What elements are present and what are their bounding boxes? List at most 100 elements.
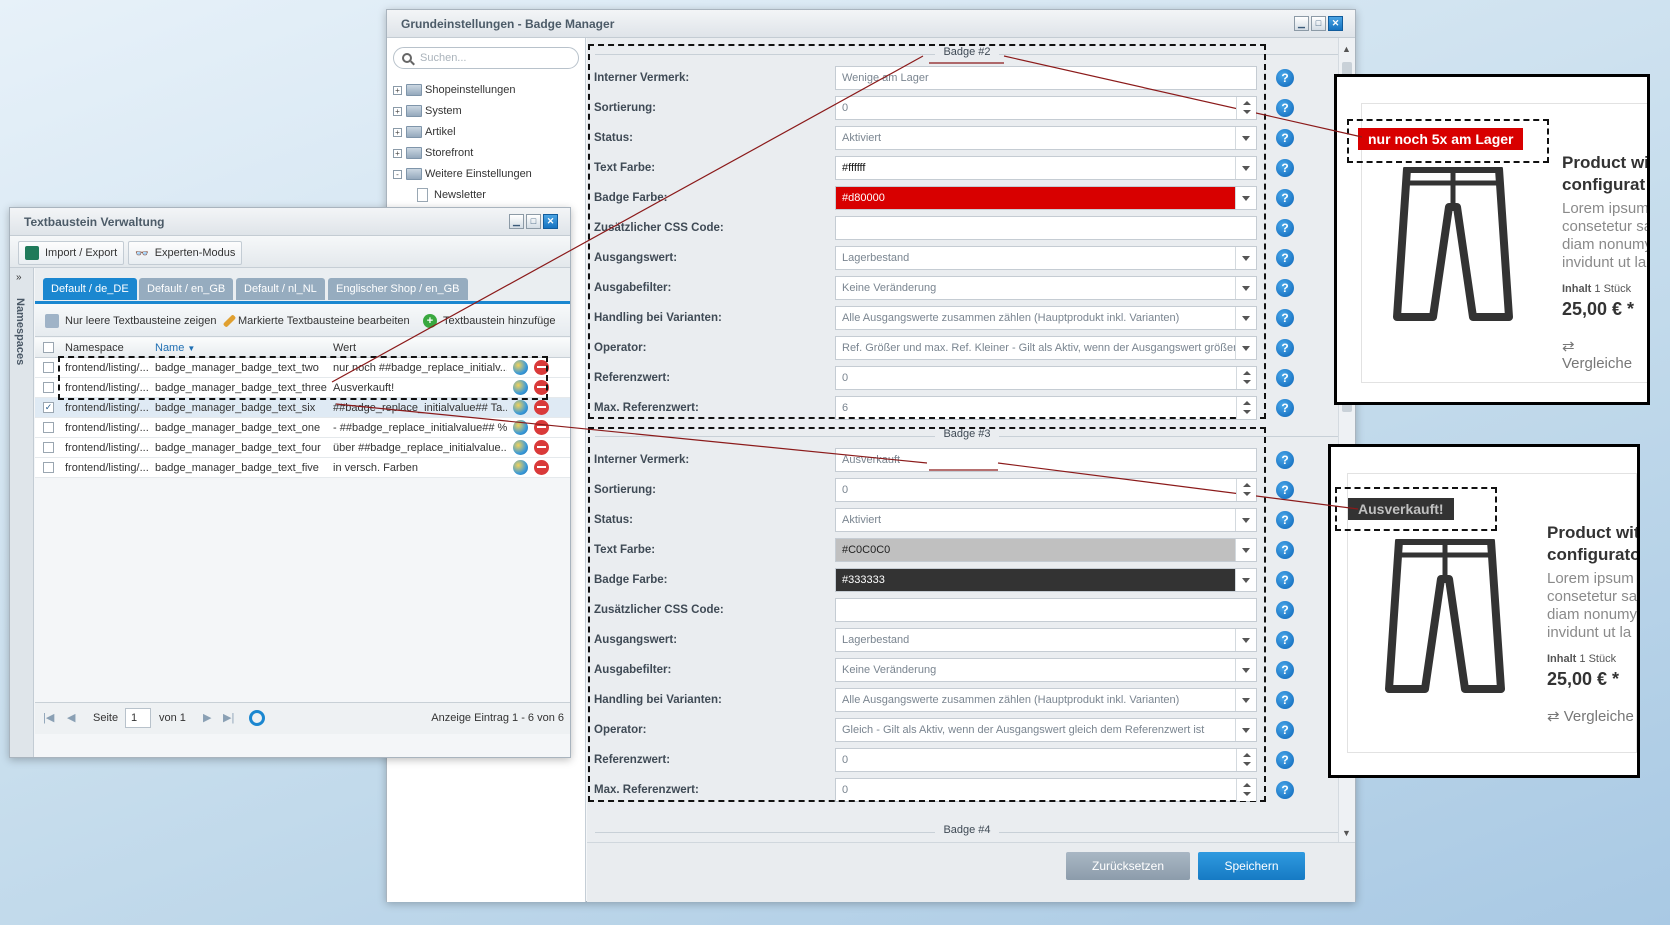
help-icon[interactable]: ?: [1276, 339, 1294, 357]
spinner-icon[interactable]: [1236, 397, 1256, 419]
tree-item-newsletter[interactable]: Newsletter: [417, 186, 486, 204]
show-empty-button[interactable]: Nur leere Textbausteine zeigen: [39, 309, 222, 333]
row-checkbox[interactable]: [43, 422, 54, 433]
help-icon[interactable]: ?: [1276, 571, 1294, 589]
last-page-icon[interactable]: ▶|: [223, 711, 234, 724]
add-text-button[interactable]: + Textbaustein hinzufüge: [417, 309, 562, 333]
chevron-down-icon[interactable]: [1242, 548, 1250, 553]
help-icon[interactable]: ?: [1276, 369, 1294, 387]
help-icon[interactable]: ?: [1276, 309, 1294, 327]
expert-mode-button[interactable]: 👓 Experten-Modus: [128, 241, 243, 265]
delete-icon[interactable]: [534, 420, 549, 435]
column-namespace[interactable]: Namespace: [65, 342, 124, 354]
product-title-line1[interactable]: Product wi: [1562, 152, 1647, 173]
prev-page-icon[interactable]: ◀: [67, 711, 75, 724]
help-icon[interactable]: ?: [1276, 721, 1294, 739]
delete-icon[interactable]: [534, 460, 549, 475]
refresh-icon[interactable]: [249, 710, 265, 726]
expand-icon[interactable]: +: [393, 106, 402, 116]
spinner-icon[interactable]: [1236, 749, 1256, 771]
tab-default-en[interactable]: Default / en_GB: [139, 278, 234, 300]
help-icon[interactable]: ?: [1276, 99, 1294, 117]
product-title-line1[interactable]: Product wit: [1547, 522, 1637, 543]
row-checkbox[interactable]: [43, 462, 54, 473]
globe-icon[interactable]: [513, 440, 528, 455]
help-icon[interactable]: ?: [1276, 631, 1294, 649]
globe-icon[interactable]: [513, 460, 528, 475]
help-icon[interactable]: ?: [1276, 249, 1294, 267]
row-checkbox[interactable]: ✓: [43, 402, 54, 413]
first-page-icon[interactable]: |◀: [43, 711, 54, 724]
column-name[interactable]: Name ▼: [155, 342, 195, 354]
spinner-icon[interactable]: [1236, 779, 1256, 801]
tab-default-de[interactable]: Default / de_DE: [43, 278, 137, 300]
tree-item-artikel[interactable]: + Artikel: [393, 123, 456, 141]
chevron-down-icon[interactable]: [1242, 136, 1250, 141]
save-button[interactable]: Speichern: [1198, 852, 1305, 880]
tree-item-system[interactable]: + System: [393, 102, 462, 120]
column-value[interactable]: Wert: [333, 342, 356, 354]
chevron-down-icon[interactable]: [1242, 196, 1250, 201]
table-row[interactable]: frontend/listing/... badge_manager_badge_…: [35, 418, 570, 438]
chevron-down-icon[interactable]: [1242, 166, 1250, 171]
edit-selected-button[interactable]: Markierte Textbausteine bearbeiten: [221, 309, 416, 333]
help-icon[interactable]: ?: [1276, 159, 1294, 177]
table-row[interactable]: frontend/listing/... badge_manager_badge_…: [35, 458, 570, 478]
chevron-down-icon[interactable]: [1242, 638, 1250, 643]
maximize-icon[interactable]: □: [1311, 16, 1326, 31]
expand-icon[interactable]: +: [393, 127, 402, 137]
row-checkbox[interactable]: [43, 362, 54, 373]
delete-icon[interactable]: [534, 400, 549, 415]
tab-english-shop[interactable]: Englischer Shop / en_GB: [328, 278, 468, 300]
help-icon[interactable]: ?: [1276, 219, 1294, 237]
minimize-icon[interactable]: ▁: [1294, 16, 1309, 31]
help-icon[interactable]: ?: [1276, 781, 1294, 799]
delete-icon[interactable]: [534, 440, 549, 455]
tree-item-storefront[interactable]: + Storefront: [393, 144, 473, 162]
expand-icon[interactable]: +: [393, 85, 402, 95]
import-export-button[interactable]: Import / Export: [18, 241, 125, 265]
help-icon[interactable]: ?: [1276, 541, 1294, 559]
table-row[interactable]: ✓ frontend/listing/... badge_manager_badge…: [35, 398, 570, 418]
spinner-icon[interactable]: [1236, 367, 1256, 389]
chevron-down-icon[interactable]: [1242, 578, 1250, 583]
select-all-checkbox[interactable]: [43, 342, 54, 353]
tab-default-nl[interactable]: Default / nl_NL: [236, 278, 325, 300]
chevron-down-icon[interactable]: [1242, 316, 1250, 321]
help-icon[interactable]: ?: [1276, 69, 1294, 87]
next-page-icon[interactable]: ▶: [203, 711, 211, 724]
help-icon[interactable]: ?: [1276, 511, 1294, 529]
scroll-up-icon[interactable]: ▲: [1342, 44, 1351, 54]
help-icon[interactable]: ?: [1276, 279, 1294, 297]
close-icon[interactable]: ✕: [543, 214, 558, 229]
compare-link[interactable]: ⇄ Vergleiche: [1547, 707, 1634, 725]
chevron-down-icon[interactable]: [1242, 256, 1250, 261]
help-icon[interactable]: ?: [1276, 691, 1294, 709]
chevron-down-icon[interactable]: [1242, 698, 1250, 703]
help-icon[interactable]: ?: [1276, 751, 1294, 769]
table-row[interactable]: frontend/listing/... badge_manager_badge_…: [35, 438, 570, 458]
reset-button[interactable]: Zurücksetzen: [1066, 852, 1190, 880]
chevron-down-icon[interactable]: [1242, 728, 1250, 733]
expand-panel-icon[interactable]: »: [16, 272, 22, 283]
help-icon[interactable]: ?: [1276, 451, 1294, 469]
help-icon[interactable]: ?: [1276, 189, 1294, 207]
scroll-down-icon[interactable]: ▼: [1342, 828, 1351, 838]
row-checkbox[interactable]: [43, 442, 54, 453]
compare-link[interactable]: ⇄ Vergleiche: [1562, 337, 1647, 372]
chevron-down-icon[interactable]: [1242, 518, 1250, 523]
minimize-icon[interactable]: ▁: [509, 214, 524, 229]
globe-icon[interactable]: [513, 400, 528, 415]
spinner-icon[interactable]: [1236, 97, 1256, 119]
chevron-down-icon[interactable]: [1242, 668, 1250, 673]
row-checkbox[interactable]: [43, 382, 54, 393]
namespaces-panel[interactable]: » Namespaces: [10, 268, 34, 757]
product-title-line2[interactable]: configurat: [1562, 174, 1645, 195]
help-icon[interactable]: ?: [1276, 481, 1294, 499]
help-icon[interactable]: ?: [1276, 601, 1294, 619]
expand-icon[interactable]: +: [393, 148, 402, 158]
chevron-down-icon[interactable]: [1242, 286, 1250, 291]
help-icon[interactable]: ?: [1276, 399, 1294, 417]
help-icon[interactable]: ?: [1276, 129, 1294, 147]
tree-item-weitere-einstellungen[interactable]: - Weitere Einstellungen: [393, 165, 532, 183]
